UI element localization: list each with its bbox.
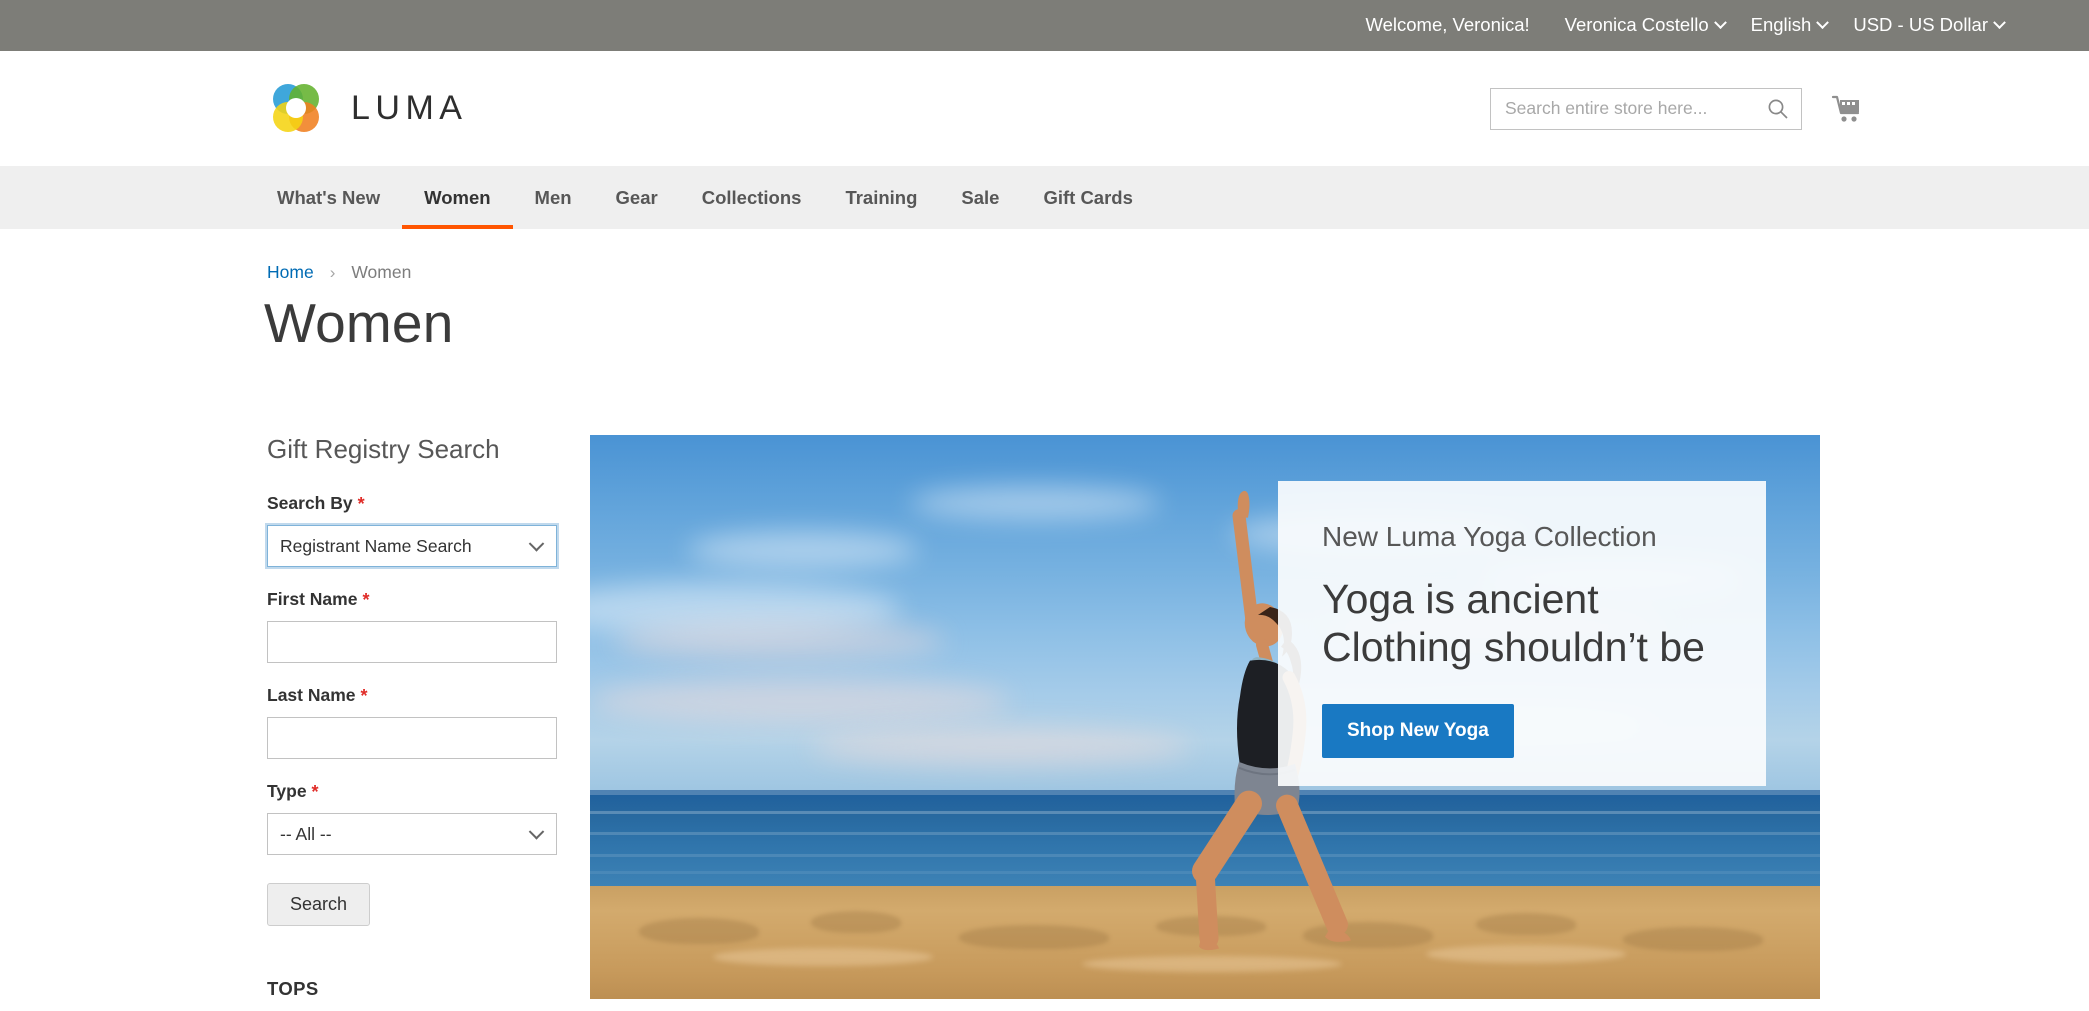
required-marker: * (360, 685, 368, 706)
last-name-input[interactable] (267, 717, 557, 759)
type-label: Type * (267, 781, 562, 802)
required-marker: * (357, 493, 365, 514)
search-by-label: Search By * (267, 493, 562, 514)
hero-headline-line2: Clothing shouldn’t be (1322, 624, 1705, 671)
type-label-text: Type (267, 781, 307, 801)
required-marker: * (362, 589, 370, 610)
account-menu-label: Veronica Costello (1564, 14, 1709, 36)
hero-eyebrow: New Luma Yoga Collection (1322, 521, 1657, 552)
main-navigation: What's New Women Men Gear Collections Tr… (0, 166, 2089, 229)
nav-item-sale[interactable]: Sale (939, 166, 1021, 229)
currency-switcher-label: USD - US Dollar (1853, 14, 1988, 36)
first-name-label: First Name * (267, 589, 562, 610)
luma-logo-icon (267, 80, 325, 138)
nav-item-training[interactable]: Training (823, 166, 939, 229)
welcome-message: Welcome, Veronica! (1365, 14, 1530, 36)
breadcrumb-separator-icon: › (329, 262, 336, 282)
breadcrumb-current: Women (351, 262, 412, 282)
nav-item-men[interactable]: Men (513, 166, 594, 229)
nav-item-gear[interactable]: Gear (594, 166, 680, 229)
hero-headline: Yoga is ancient Clothing shouldn’t be (1322, 575, 1766, 672)
site-header: LUMA (0, 51, 2089, 166)
type-select-wrap: -- All -- (267, 813, 557, 855)
logo-text: LUMA (351, 89, 468, 127)
chevron-down-icon (1713, 16, 1727, 30)
cart-icon[interactable] (1830, 92, 1864, 126)
search-by-field: Search By * Registrant Name Search (267, 493, 562, 567)
chevron-down-icon (1993, 16, 2006, 30)
search-by-select[interactable]: Registrant Name Search (267, 525, 557, 567)
hero-text-panel: New Luma Yoga Collection Yoga is ancient… (1278, 481, 1766, 786)
last-name-field: Last Name * (267, 685, 562, 759)
nav-item-gift-cards[interactable]: Gift Cards (1021, 166, 1154, 229)
last-name-label: Last Name * (267, 685, 562, 706)
account-menu[interactable]: Veronica Costello (1552, 16, 1738, 35)
currency-switcher[interactable]: USD - US Dollar (1840, 16, 2017, 35)
utility-topbar: Welcome, Veronica! Veronica Costello Eng… (0, 0, 2089, 51)
required-marker: * (311, 781, 319, 802)
logo[interactable]: LUMA (267, 80, 467, 138)
search-button[interactable]: Search (267, 883, 371, 926)
search-box[interactable] (1490, 87, 1802, 130)
nav-item-whats-new[interactable]: What's New (255, 166, 402, 229)
first-name-label-text: First Name (267, 589, 358, 609)
sidebar-section-tops: TOPS (267, 978, 319, 999)
chevron-down-icon (1816, 16, 1830, 30)
first-name-field: First Name * (267, 589, 562, 663)
last-name-label-text: Last Name (267, 685, 356, 705)
language-switcher-label: English (1750, 14, 1812, 36)
type-select[interactable]: -- All -- (267, 813, 557, 855)
nav-item-collections[interactable]: Collections (680, 166, 824, 229)
page-content: Home › Women Women Gift Registry Search … (0, 229, 2089, 999)
search-input[interactable] (1505, 98, 1767, 119)
nav-item-women[interactable]: Women (402, 166, 514, 229)
sidebar: Gift Registry Search Search By * Registr… (267, 434, 562, 1000)
breadcrumb: Home › Women (267, 262, 411, 283)
search-icon[interactable] (1767, 98, 1789, 120)
language-switcher[interactable]: English (1738, 16, 1841, 35)
page-title: Women (264, 292, 454, 354)
header-actions (1490, 87, 1864, 130)
search-by-label-text: Search By (267, 493, 353, 513)
search-by-select-wrap: Registrant Name Search (267, 525, 557, 567)
first-name-input[interactable] (267, 621, 557, 663)
gift-registry-search-heading: Gift Registry Search (267, 434, 500, 464)
shop-new-yoga-button[interactable]: Shop New Yoga (1322, 703, 1514, 758)
type-field: Type * -- All -- (267, 781, 562, 855)
breadcrumb-home[interactable]: Home (267, 262, 314, 283)
hero-headline-line1: Yoga is ancient (1322, 576, 1599, 622)
